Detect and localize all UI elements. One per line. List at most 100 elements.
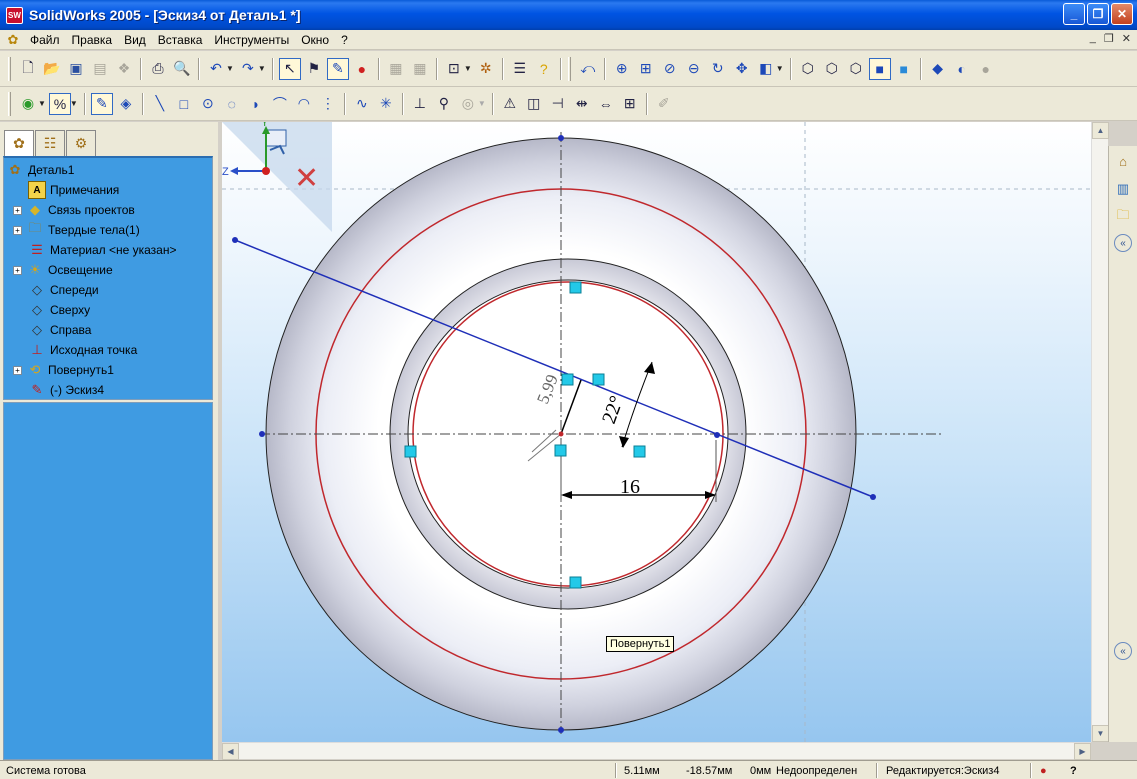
save-icon[interactable]: ▣ bbox=[65, 58, 87, 80]
shadows-icon[interactable]: ◆ bbox=[927, 58, 949, 80]
cancel-sketch-icon[interactable]: ✕ bbox=[294, 161, 319, 196]
trim-entities-icon[interactable]: ⚲ bbox=[433, 93, 455, 115]
toolbar-grip[interactable] bbox=[567, 56, 571, 81]
document-menu-icon[interactable]: ✿ bbox=[5, 32, 21, 48]
tree-item-sketch4[interactable]: ✎ (-) Эскиз4 bbox=[28, 380, 105, 400]
tangent-arc-icon[interactable]: ◗ bbox=[245, 93, 267, 115]
mirror-entities-icon[interactable]: ⊣ bbox=[547, 93, 569, 115]
file-explorer-icon[interactable]: 🗀 bbox=[1112, 206, 1134, 228]
relation-handle[interactable] bbox=[633, 445, 646, 458]
vertical-scrollbar[interactable]: ▲ ▼ bbox=[1091, 122, 1109, 742]
line-tool-icon[interactable]: ╲ bbox=[149, 93, 171, 115]
print-preview-icon[interactable]: 🔍 bbox=[171, 58, 193, 80]
tree-item-right-plane[interactable]: ◇ Справа bbox=[28, 320, 91, 340]
pan-icon[interactable]: ✥ bbox=[731, 58, 753, 80]
shaded-icon[interactable]: ■ bbox=[893, 58, 915, 80]
spline-tool-icon[interactable]: ∿ bbox=[351, 93, 373, 115]
scroll-right-icon[interactable]: ▶ bbox=[1074, 743, 1091, 760]
axis-endpoint[interactable] bbox=[558, 727, 564, 733]
expand-icon[interactable]: + bbox=[13, 265, 22, 275]
toolbar-grip[interactable] bbox=[8, 56, 11, 81]
move-entities-icon[interactable]: ⇔ bbox=[595, 93, 617, 115]
centerline-tool-icon[interactable]: ⋮ bbox=[317, 93, 339, 115]
toolbar-grip[interactable] bbox=[8, 91, 11, 116]
feature-manager-tab[interactable]: ✿ bbox=[4, 130, 34, 156]
relation-handle[interactable] bbox=[561, 373, 574, 386]
collapse-pane-icon[interactable]: « bbox=[1114, 234, 1132, 252]
shaded-with-edges-icon[interactable]: ■ bbox=[868, 57, 891, 80]
zoom-to-fit-icon[interactable]: ⊕ bbox=[611, 58, 633, 80]
minimize-button[interactable]: _ bbox=[1063, 3, 1085, 25]
rotate-view-icon[interactable]: ↻ bbox=[707, 58, 729, 80]
tree-item-front-plane[interactable]: ◇ Спереди bbox=[28, 280, 99, 300]
offset-entities-icon[interactable]: ◎ bbox=[457, 93, 479, 115]
rebuild-indicator-icon[interactable]: ● bbox=[1040, 765, 1047, 777]
scroll-up-icon[interactable]: ▲ bbox=[1092, 122, 1109, 139]
axis-endpoint[interactable] bbox=[558, 135, 564, 141]
relation-handle[interactable] bbox=[554, 444, 567, 457]
smart-dimension-tool-icon[interactable]: ◈ bbox=[115, 93, 137, 115]
menu-view[interactable]: Вид bbox=[119, 33, 153, 47]
tree-item-design-binder[interactable]: + ◆ Связь проектов bbox=[13, 200, 135, 220]
offset-dropdown-icon[interactable]: ▼ bbox=[478, 99, 486, 108]
tree-item-solid-bodies[interactable]: + 🗀 Твердые тела(1) bbox=[13, 220, 140, 240]
status-help-icon[interactable]: ? bbox=[1070, 765, 1077, 777]
menu-file[interactable]: Файл bbox=[25, 33, 67, 47]
display-dropdown-icon[interactable]: ▼ bbox=[38, 99, 46, 108]
tree-item-origin[interactable]: ⊥ Исходная точка bbox=[28, 340, 137, 360]
tree-item-part[interactable]: ✿ Деталь1 bbox=[6, 160, 75, 180]
relation-handle[interactable] bbox=[592, 373, 605, 386]
tree-item-lighting[interactable]: + ☀ Освещение bbox=[13, 260, 113, 280]
close-button[interactable]: ✕ bbox=[1111, 3, 1133, 25]
sketch-icon[interactable]: ✎ bbox=[90, 92, 113, 115]
dimension-dropdown-icon[interactable]: ▼ bbox=[70, 99, 78, 108]
intersection-point[interactable] bbox=[714, 432, 720, 438]
three-point-arc-icon[interactable]: ⌒ bbox=[269, 93, 291, 115]
layer-icon[interactable]: ▦ bbox=[409, 58, 431, 80]
rebuild-icon[interactable]: ⚑ bbox=[303, 58, 325, 80]
redo-icon[interactable]: ↷ bbox=[237, 58, 259, 80]
redo-dropdown-icon[interactable]: ▼ bbox=[258, 64, 266, 73]
undo-dropdown-icon[interactable]: ▼ bbox=[226, 64, 234, 73]
hidden-lines-visible-icon[interactable]: ⬡ bbox=[821, 58, 843, 80]
solidworks-app-icon[interactable]: SW bbox=[6, 6, 23, 24]
print-icon[interactable]: ⎙ bbox=[147, 58, 169, 80]
horizontal-scrollbar[interactable]: ◀ ▶ bbox=[222, 742, 1091, 760]
point-tool-icon[interactable]: ✳ bbox=[375, 93, 397, 115]
select-arrow-icon[interactable]: ↖ bbox=[278, 57, 301, 80]
tree-item-material[interactable]: ☰ Материал <не указан> bbox=[28, 240, 176, 260]
options-list-icon[interactable]: ☰ bbox=[509, 58, 531, 80]
menu-help[interactable]: ? bbox=[336, 33, 355, 47]
menu-window[interactable]: Окно bbox=[296, 33, 336, 47]
zoom-in-out-icon[interactable]: ⊘ bbox=[659, 58, 681, 80]
home-icon[interactable]: ⌂ bbox=[1112, 150, 1134, 172]
sketch-origin-point[interactable] bbox=[558, 431, 564, 437]
convert-entities-icon[interactable]: ◫ bbox=[523, 93, 545, 115]
sketch-pattern-icon[interactable]: ⊞ bbox=[619, 93, 641, 115]
standard-views-icon[interactable]: ◧ bbox=[755, 58, 777, 80]
add-relation-icon[interactable]: ⚠ bbox=[499, 93, 521, 115]
traffic-light-rebuild-icon[interactable]: ● bbox=[351, 58, 373, 80]
relation-handle[interactable] bbox=[569, 281, 582, 294]
realview-icon[interactable]: ● bbox=[975, 58, 997, 80]
make-drawing-icon[interactable]: ▤ bbox=[89, 58, 111, 80]
menu-edit[interactable]: Правка bbox=[67, 33, 120, 47]
ellipse-tool-icon[interactable]: ◠ bbox=[293, 93, 315, 115]
scroll-left-icon[interactable]: ◀ bbox=[222, 743, 239, 760]
tree-item-top-plane[interactable]: ◇ Сверху bbox=[28, 300, 90, 320]
relation-handle[interactable] bbox=[569, 576, 582, 589]
views-dropdown-icon[interactable]: ▼ bbox=[776, 64, 784, 73]
grid-icon[interactable]: ▦ bbox=[385, 58, 407, 80]
previous-view-icon[interactable]: ⤺ bbox=[577, 58, 599, 80]
relation-handle[interactable] bbox=[404, 445, 417, 458]
repair-sketch-icon[interactable]: ✐ bbox=[653, 93, 675, 115]
tree-item-revolve1[interactable]: + ⟲ Повернуть1 bbox=[13, 360, 114, 380]
line-endpoint[interactable] bbox=[870, 494, 876, 500]
options-dropdown-icon[interactable]: ▼ bbox=[464, 64, 472, 73]
expand-icon[interactable]: + bbox=[13, 205, 22, 215]
configuration-manager-tab[interactable]: ⚙ bbox=[66, 130, 96, 156]
smart-dimension-icon[interactable]: % bbox=[48, 92, 71, 115]
graphics-viewport[interactable]: 5,99 22° 16 ✕ Повернуть1 Y Z bbox=[222, 122, 1091, 742]
centerpoint-arc-icon[interactable]: ◌ bbox=[221, 93, 243, 115]
edit-sketch-icon[interactable]: ✎ bbox=[326, 57, 349, 80]
